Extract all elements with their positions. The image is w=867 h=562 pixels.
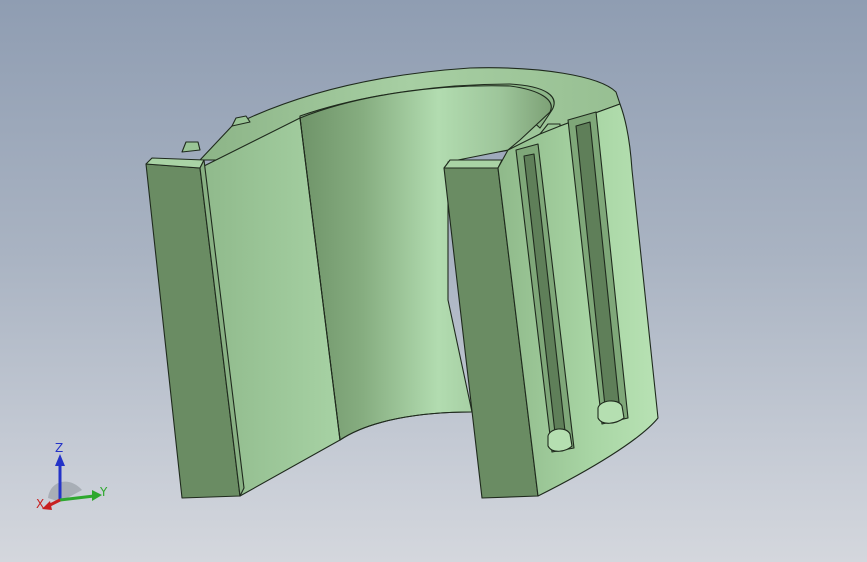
- groove-cap-2: [597, 400, 625, 424]
- y-axis-label: Y: [100, 485, 108, 499]
- sleeve-clip-model[interactable]: [0, 0, 867, 562]
- 3d-viewport[interactable]: Z Y X: [0, 0, 867, 562]
- coordinate-triad: Z Y X: [30, 440, 120, 520]
- x-axis-label: X: [36, 497, 45, 511]
- rim-notch-left: [181, 141, 201, 153]
- z-axis-label: Z: [55, 441, 64, 455]
- groove-cap-1: [547, 428, 573, 452]
- right-end-top: [443, 159, 503, 169]
